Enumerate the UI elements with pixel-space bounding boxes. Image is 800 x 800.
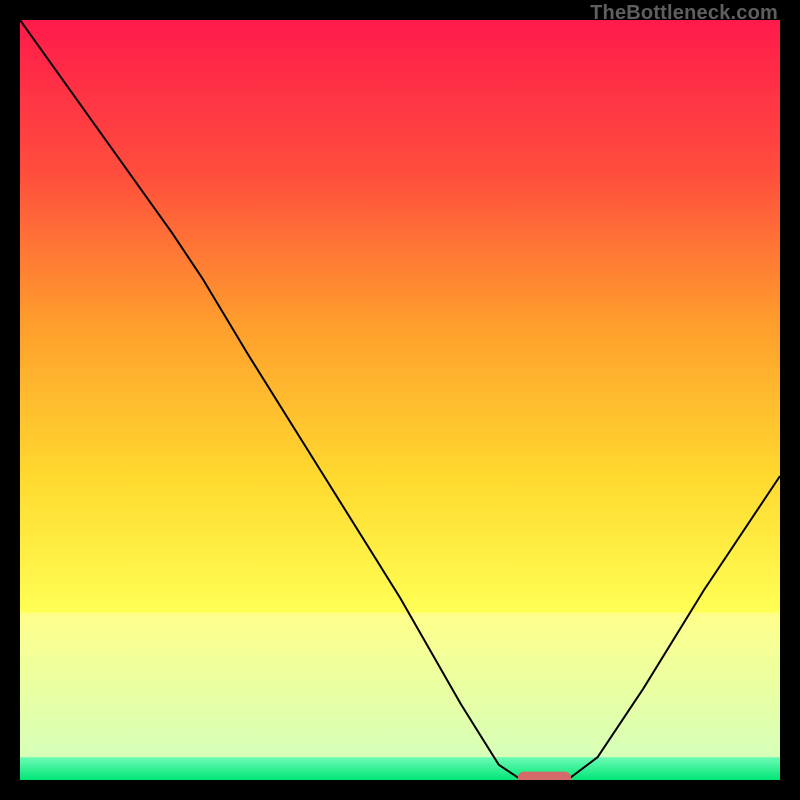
chart-frame: [20, 20, 780, 780]
pale-band: [20, 613, 780, 757]
bottleneck-chart: [20, 20, 780, 780]
optimal-marker: [518, 772, 571, 780]
